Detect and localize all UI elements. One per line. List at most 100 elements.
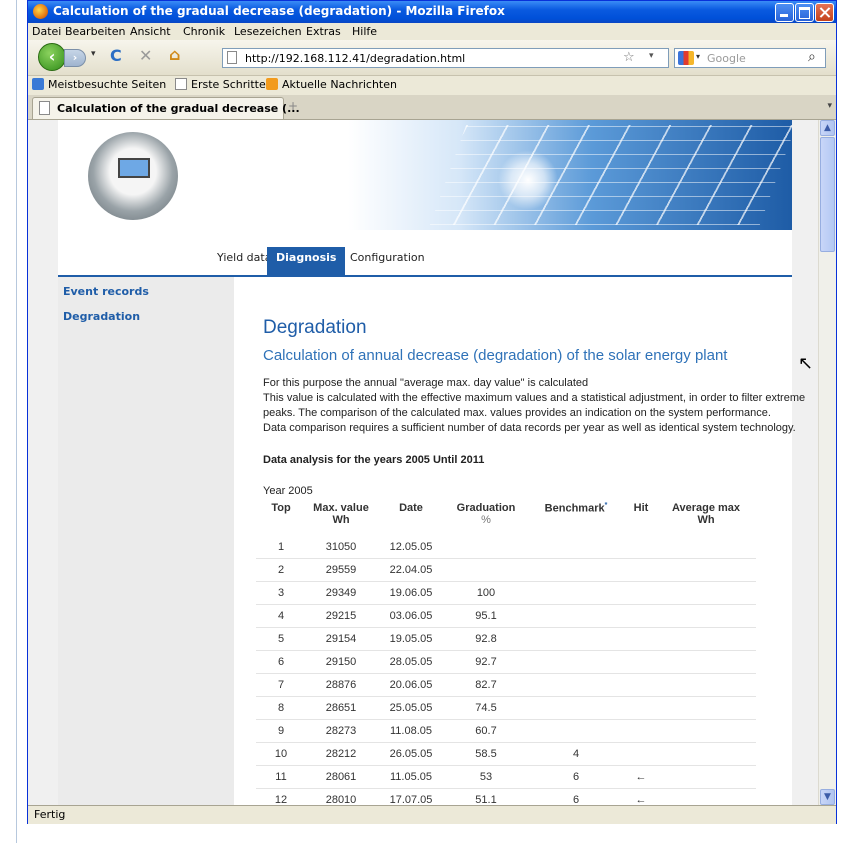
web-page: Yield data Diagnosis Configuration Event…: [58, 120, 805, 805]
maximize-button[interactable]: [795, 3, 814, 22]
table-row: 7 28876 20.06.05 82.7: [256, 673, 756, 697]
table-row: 6 29150 28.05.05 92.7: [256, 650, 756, 674]
scroll-thumb[interactable]: [820, 137, 835, 252]
table-row: 9 28273 11.08.05 60.7: [256, 719, 756, 743]
firefox-icon: [33, 4, 48, 19]
cell-max-value: 28273: [306, 719, 376, 743]
menu-lesezeichen[interactable]: Lesezeichen: [234, 25, 302, 38]
scroll-down-arrow-icon[interactable]: ▼: [820, 789, 835, 805]
col-top: Top: [271, 502, 291, 514]
menu-datei[interactable]: Datei: [32, 25, 61, 38]
cell-top: 1: [256, 536, 306, 559]
engine-dropdown-icon[interactable]: ▾: [696, 52, 700, 61]
bookmarks-toolbar: Meistbesuchte Seiten Erste Schritte Aktu…: [28, 76, 836, 94]
inverter-device-image: [88, 132, 178, 220]
description-line: This value is calculated with the effect…: [263, 392, 806, 404]
url-bar[interactable]: http://192.168.112.41/degradation.html ☆…: [222, 48, 669, 68]
menu-chronik[interactable]: Chronik: [183, 25, 225, 38]
year-label: Year 2005: [263, 485, 313, 497]
description-line: For this purpose the annual "average max…: [263, 377, 589, 389]
cell-average-max: [656, 604, 756, 628]
cell-date: 28.05.05: [376, 650, 446, 674]
title-bar[interactable]: Calculation of the gradual decrease (deg…: [28, 1, 836, 23]
cell-hit: [626, 719, 656, 743]
cell-average-max: [656, 673, 756, 697]
cell-average-max: [656, 650, 756, 674]
scroll-up-arrow-icon[interactable]: ▲: [820, 120, 835, 136]
col-average-max-label: Average max: [671, 502, 741, 514]
cell-top: 5: [256, 627, 306, 651]
col-max-value-unit: Wh: [332, 514, 350, 526]
analysis-title: Data analysis for the years 2005 Until 2…: [263, 454, 485, 466]
tab-strip: Calculation of the gradual decrease (...…: [28, 95, 836, 120]
vertical-scrollbar[interactable]: ▲ ▼: [818, 120, 836, 805]
forward-button[interactable]: ›: [64, 49, 86, 67]
cell-top: 8: [256, 696, 306, 720]
col-hit: Hit: [633, 502, 649, 514]
cell-benchmark: 6: [526, 788, 626, 805]
reload-icon[interactable]: C: [110, 46, 122, 65]
tab-list-dropdown-icon[interactable]: ▾: [827, 101, 832, 111]
search-icon[interactable]: ⌕: [808, 49, 816, 65]
cell-graduation: 92.7: [446, 650, 526, 674]
benchmark-footnote-mark[interactable]: *: [605, 502, 608, 509]
cell-date: 03.06.05: [376, 604, 446, 628]
table-row: 4 29215 03.06.05 95.1: [256, 604, 756, 628]
cell-hit: [626, 627, 656, 651]
table-row: 3 29349 19.06.05 100: [256, 581, 756, 605]
menu-bearbeiten[interactable]: Bearbeiten: [65, 25, 125, 38]
minimize-button[interactable]: [775, 3, 794, 22]
menu-hilfe[interactable]: Hilfe: [352, 25, 377, 38]
cell-date: 12.05.05: [376, 536, 446, 559]
col-max-value-label: Max. value: [313, 502, 369, 514]
cell-graduation: 92.8: [446, 627, 526, 651]
cell-top: 11: [256, 765, 306, 789]
bookmark-star-icon[interactable]: ☆: [623, 50, 635, 65]
cell-max-value: 29349: [306, 581, 376, 605]
bookmark-label: Aktuelle Nachrichten: [282, 78, 397, 91]
new-tab-button[interactable]: +: [288, 99, 298, 113]
sidebar-item-degradation[interactable]: Degradation: [63, 310, 140, 323]
menu-ansicht[interactable]: Ansicht: [130, 25, 171, 38]
table-header-row: Top Max. value Wh Date Graduation% Benchm…: [256, 499, 756, 536]
search-bar[interactable]: ▾ Google ⌕: [674, 48, 826, 68]
col-graduation-unit: %: [481, 514, 491, 526]
cell-average-max: [656, 627, 756, 651]
url-text[interactable]: http://192.168.112.41/degradation.html: [245, 52, 465, 65]
cell-benchmark: [526, 581, 626, 605]
bookmark-erste-schritte[interactable]: Erste Schritte: [175, 78, 266, 91]
cell-benchmark: [526, 719, 626, 743]
cell-average-max: [656, 696, 756, 720]
window-title: Calculation of the gradual decrease (deg…: [53, 4, 505, 18]
home-icon[interactable]: ⌂: [169, 45, 180, 64]
degradation-table: Top Max. value Wh Date Graduation% Benchm…: [256, 499, 756, 805]
col-benchmark-label: Benchmark: [544, 502, 605, 515]
search-placeholder[interactable]: Google: [707, 52, 746, 65]
cell-max-value: 28651: [306, 696, 376, 720]
cell-graduation: [446, 536, 526, 559]
table-row: 11 28061 11.05.05 53 6 ←: [256, 765, 756, 789]
tab-active[interactable]: Calculation of the gradual decrease (...: [32, 97, 300, 119]
history-dropdown-icon[interactable]: ▾: [91, 49, 96, 59]
stop-icon[interactable]: ✕: [139, 46, 152, 65]
cell-max-value: 28010: [306, 788, 376, 805]
sidebar-item-event-records[interactable]: Event records: [63, 285, 149, 298]
cell-top: 12: [256, 788, 306, 805]
panel-grid: [429, 125, 792, 225]
cell-benchmark: [526, 604, 626, 628]
cell-graduation: 82.7: [446, 673, 526, 697]
cell-max-value: 29150: [306, 650, 376, 674]
cell-top: 7: [256, 673, 306, 697]
close-button[interactable]: [815, 3, 834, 22]
url-dropdown-icon[interactable]: ▾: [649, 51, 654, 61]
tab-configuration[interactable]: Configuration: [341, 247, 434, 275]
cell-graduation: 95.1: [446, 604, 526, 628]
bookmark-aktuelle-nachrichten[interactable]: Aktuelle Nachrichten: [266, 78, 397, 91]
cell-max-value: 29154: [306, 627, 376, 651]
menu-extras[interactable]: Extras: [306, 25, 341, 38]
google-engine-icon[interactable]: [678, 51, 694, 65]
tab-diagnosis[interactable]: Diagnosis: [267, 247, 346, 275]
cell-date: 11.05.05: [376, 765, 446, 789]
back-button[interactable]: ‹: [38, 43, 66, 71]
bookmark-meistbesuchte[interactable]: Meistbesuchte Seiten: [32, 78, 166, 91]
